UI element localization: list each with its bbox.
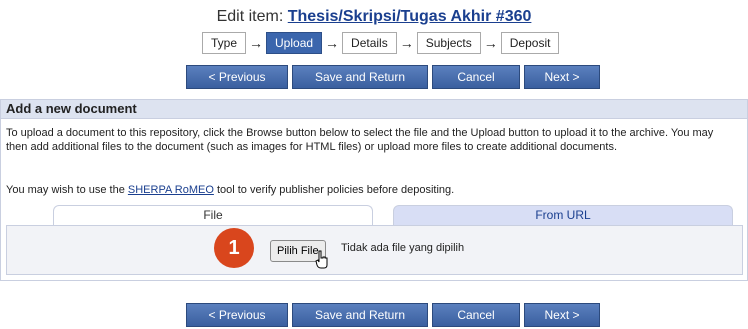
step-number-badge: 1 [214, 228, 254, 268]
sherpa-suffix: tool to verify publisher policies before… [213, 184, 455, 196]
tab-file[interactable]: File [53, 205, 373, 225]
next-button[interactable]: Next > [524, 65, 600, 89]
step-details[interactable]: Details [342, 32, 397, 54]
page: Edit item: Thesis/Skripsi/Tugas Akhir #3… [0, 0, 748, 329]
sherpa-note: You may wish to use the SHERPA RoMEO too… [6, 183, 736, 197]
page-title: Edit item: Thesis/Skripsi/Tugas Akhir #3… [0, 8, 748, 26]
step-deposit[interactable]: Deposit [500, 32, 560, 54]
bottom-button-row: < Previous Save and Return Cancel Next > [186, 303, 600, 327]
upload-instructions: To upload a document to this repository,… [6, 127, 714, 153]
save-and-return-button[interactable]: Save and Return [292, 303, 428, 327]
arrow-right-icon: → [325, 35, 340, 51]
previous-button[interactable]: < Previous [186, 303, 288, 327]
item-link[interactable]: Thesis/Skripsi/Tugas Akhir #360 [288, 8, 532, 25]
top-button-row: < Previous Save and Return Cancel Next > [186, 65, 600, 89]
add-document-panel: Add a new document To upload a document … [0, 99, 748, 281]
step-upload[interactable]: Upload [266, 32, 323, 54]
save-and-return-button[interactable]: Save and Return [292, 65, 428, 89]
panel-header: Add a new document [1, 100, 747, 119]
step-type[interactable]: Type [202, 32, 247, 54]
arrow-right-icon: → [249, 35, 264, 51]
hand-cursor-icon [315, 250, 328, 269]
step-subjects[interactable]: Subjects [416, 32, 481, 54]
title-prefix: Edit item: [216, 8, 284, 25]
sherpa-romeo-link[interactable]: SHERPA RoMEO [128, 184, 214, 196]
arrow-right-icon: → [399, 35, 414, 51]
upload-tabs: File From URL [53, 205, 733, 225]
workflow-steps: Type → Upload → Details → Subjects → Dep… [202, 32, 560, 54]
arrow-right-icon: → [483, 35, 498, 51]
tab-from-url[interactable]: From URL [393, 205, 733, 225]
previous-button[interactable]: < Previous [186, 65, 288, 89]
cancel-button[interactable]: Cancel [432, 303, 520, 327]
cancel-button[interactable]: Cancel [432, 65, 520, 89]
sherpa-prefix: You may wish to use the [6, 184, 128, 196]
file-upload-panel: Pilih File Tidak ada file yang dipilih [6, 225, 743, 275]
next-button[interactable]: Next > [524, 303, 600, 327]
file-status: Tidak ada file yang dipilih [341, 242, 465, 254]
